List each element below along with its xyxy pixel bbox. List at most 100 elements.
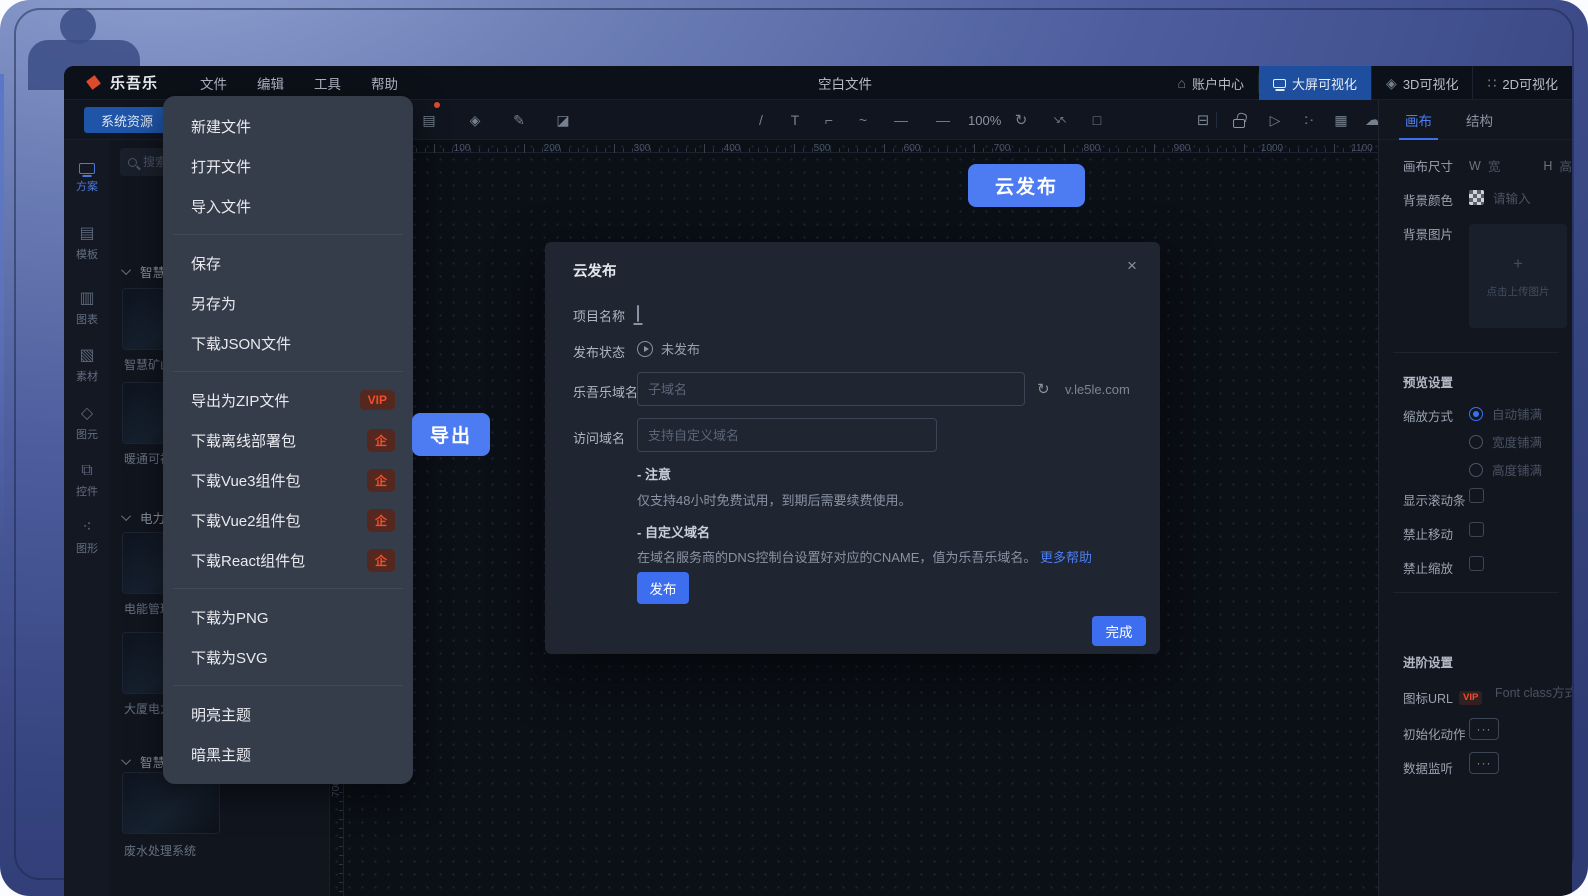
menu-file[interactable]: 文件	[200, 73, 227, 93]
qrcode-icon[interactable]: ▦	[1328, 100, 1354, 140]
dash-line-icon[interactable]: —	[888, 100, 914, 140]
width-input[interactable]: 宽	[1488, 156, 1501, 175]
custom-domain-input[interactable]	[637, 418, 937, 452]
ellipsis-button[interactable]: ···	[1469, 752, 1499, 774]
frame-rect-icon[interactable]: □	[1084, 100, 1110, 140]
radio-icon[interactable]	[1469, 463, 1483, 477]
menu-item-new-file[interactable]: 新建文件	[163, 106, 413, 146]
menu-item-offline-package[interactable]: 下载离线部署包企	[163, 420, 413, 460]
menu-item-open-file[interactable]: 打开文件	[163, 146, 413, 186]
menu-item-import-file[interactable]: 导入文件	[163, 186, 413, 226]
text-tool-icon[interactable]: T	[782, 100, 808, 140]
sidebar-item-pens[interactable]: ◇ 图元	[64, 396, 110, 452]
bg-color-control[interactable]: 请输入	[1469, 188, 1531, 207]
scrollbar-checkbox-wrap	[1469, 488, 1484, 503]
curve-tool-icon[interactable]: ~	[850, 100, 876, 140]
layers-panel-icon[interactable]: ⊟	[1190, 100, 1216, 140]
no-move-checkbox-wrap	[1469, 522, 1484, 537]
no-scale-row: 禁止缩放	[1403, 558, 1453, 577]
menu-item-export-zip[interactable]: 导出为ZIP文件VIP	[163, 380, 413, 420]
divider	[1393, 592, 1559, 593]
publish-button[interactable]: 发布	[637, 572, 689, 604]
mode-2d[interactable]: ∷ 2D可视化	[1472, 66, 1572, 100]
upload-image-dropzone[interactable]: + 点击上传图片	[1469, 224, 1567, 328]
unlock-icon[interactable]	[1226, 100, 1252, 140]
radio-auto-fill[interactable]: 自动铺满	[1469, 404, 1542, 423]
search-icon	[128, 158, 137, 167]
sidebar-item-materials[interactable]: ▧ 素材	[64, 338, 110, 394]
more-help-link[interactable]: 更多帮助	[1040, 550, 1092, 565]
sidebar-item-widgets[interactable]: ⧉ 控件	[64, 453, 110, 509]
asset-group-header[interactable]: 智慧工厂	[124, 892, 190, 896]
notification-dot	[434, 102, 440, 108]
vip-badge: VIP	[360, 390, 395, 410]
menu-item-light-theme[interactable]: 明亮主题	[163, 694, 413, 734]
menu-item-react-package[interactable]: 下载React组件包企	[163, 540, 413, 580]
project-name-label: 项目名称	[573, 306, 625, 325]
done-button[interactable]: 完成	[1092, 616, 1146, 646]
menu-item-download-json[interactable]: 下载JSON文件	[163, 323, 413, 363]
refresh-icon[interactable]: ↻	[1037, 380, 1050, 398]
sidebar-item-charts[interactable]: ▥ 图表	[64, 281, 110, 337]
menu-divider	[173, 234, 403, 235]
sidebar-item-templates[interactable]: ▤ 模板	[64, 216, 110, 272]
bg-color-input[interactable]: 请输入	[1493, 188, 1531, 207]
width-label: W	[1469, 159, 1481, 173]
play-circle-icon	[637, 341, 653, 357]
fit-view-icon[interactable]: ↘↖	[1046, 100, 1072, 140]
tab-canvas[interactable]: 画布	[1405, 100, 1432, 140]
ellipsis-button[interactable]: ···	[1469, 718, 1499, 740]
mode-bigscreen[interactable]: 大屏可视化	[1259, 66, 1371, 100]
radio-width-fill[interactable]: 宽度铺满	[1469, 432, 1542, 451]
zoom-level[interactable]: 100%	[968, 100, 1001, 140]
height-label: H	[1543, 159, 1552, 173]
cloud-publish-tooltip: 云发布	[968, 164, 1085, 207]
le5le-domain-label: 乐吾乐域名	[573, 382, 638, 401]
menu-item-dark-theme[interactable]: 暗黑主题	[163, 734, 413, 774]
tab-structure[interactable]: 结构	[1466, 100, 1493, 140]
zoom-reset-icon[interactable]: ↻	[1008, 100, 1034, 140]
project-monitor-icon	[637, 306, 639, 321]
menu-edit[interactable]: 编辑	[257, 73, 284, 93]
plus-icon: +	[1513, 254, 1523, 274]
menu-help[interactable]: 帮助	[371, 73, 398, 93]
shape-box-icon[interactable]: ◈	[462, 100, 488, 140]
pen-icon[interactable]: ✎	[506, 100, 532, 140]
canvas-size-row: 画布尺寸	[1403, 156, 1453, 175]
publish-status-value: 未发布	[661, 339, 700, 358]
height-input[interactable]: 高	[1559, 156, 1572, 175]
dash-line2-icon[interactable]: —	[930, 100, 956, 140]
horizontal-ruler: 100 200 300 400 500 600 700 800 900 1000…	[344, 140, 1378, 153]
account-center[interactable]: ⌂ 账户中心	[1164, 66, 1258, 100]
menu-item-save[interactable]: 保存	[163, 243, 413, 283]
icon-url-input[interactable]	[1495, 686, 1572, 700]
menu-item-vue2-package[interactable]: 下载Vue2组件包企	[163, 500, 413, 540]
custom-domain-label: 访问域名	[573, 428, 625, 447]
subdomain-input[interactable]	[637, 372, 1025, 406]
menu-item-download-png[interactable]: 下载为PNG	[163, 597, 413, 637]
line-tool-icon[interactable]: /	[748, 100, 774, 140]
share-icon[interactable]: ∴	[1289, 107, 1329, 133]
checkbox-icon[interactable]	[1469, 556, 1484, 571]
connector-tool-icon[interactable]: ⌐	[816, 100, 842, 140]
checkbox-icon[interactable]	[1469, 522, 1484, 537]
radio-height-fill[interactable]: 高度铺满	[1469, 460, 1542, 479]
radio-selected-icon[interactable]	[1469, 407, 1483, 421]
system-resource-button[interactable]: 系统资源	[84, 107, 170, 133]
preview-play-icon[interactable]: ▷	[1262, 100, 1288, 140]
close-icon[interactable]: ×	[1120, 254, 1144, 278]
menu-tools[interactable]: 工具	[314, 73, 341, 93]
sidebar-item-solutions[interactable]: 方案	[64, 150, 110, 206]
checkbox-icon[interactable]	[1469, 488, 1484, 503]
menu-item-vue3-package[interactable]: 下载Vue3组件包企	[163, 460, 413, 500]
size-inputs: W 宽 H 高	[1469, 156, 1572, 175]
menu-item-save-as[interactable]: 另存为	[163, 283, 413, 323]
color-swatch-icon[interactable]	[1469, 190, 1484, 205]
menu-item-download-svg[interactable]: 下载为SVG	[163, 637, 413, 677]
chevron-down-icon	[121, 265, 131, 275]
mode-3d[interactable]: ◈ 3D可视化	[1371, 66, 1472, 100]
radio-icon[interactable]	[1469, 435, 1483, 449]
eraser-icon[interactable]: ◪	[550, 100, 576, 140]
sidebar-item-graphics[interactable]: ⁖ 图形	[64, 510, 110, 566]
vip-badge: VIP	[1459, 691, 1482, 705]
